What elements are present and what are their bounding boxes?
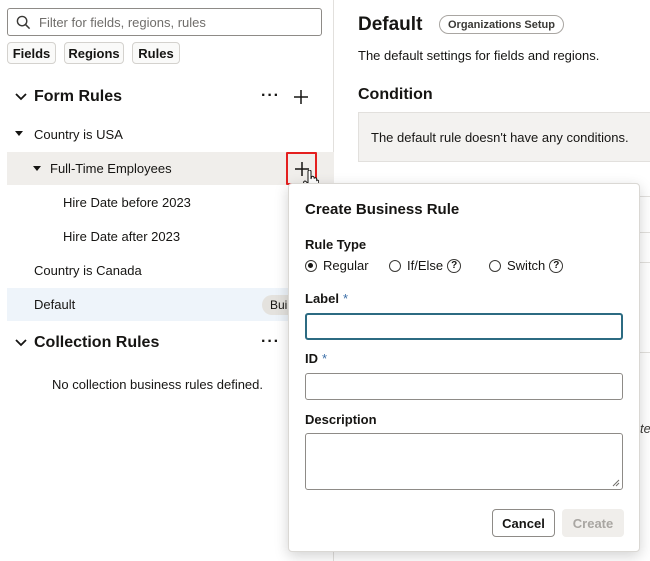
chevron-down-icon[interactable]: [15, 92, 27, 102]
radio-empty-icon: [389, 259, 401, 272]
resize-grip-icon[interactable]: [612, 479, 620, 487]
label-field-label: Label *: [305, 291, 348, 306]
create-business-rule-dialog: Create Business Rule Rule Type Regular I…: [288, 183, 640, 552]
label-input[interactable]: [305, 313, 623, 340]
tree-item-country-canada[interactable]: Country is Canada: [34, 263, 142, 278]
clipped-text: te: [640, 421, 650, 436]
divider: [640, 232, 650, 233]
chevron-down-icon[interactable]: [15, 338, 27, 348]
chip-fields[interactable]: Fields: [7, 42, 56, 64]
chip-rules[interactable]: Rules: [132, 42, 180, 64]
divider: [640, 196, 650, 197]
rule-type-label: Rule Type: [305, 237, 367, 252]
help-icon[interactable]: ?: [447, 258, 462, 273]
id-input[interactable]: [305, 373, 623, 400]
filter-field[interactable]: Filter for fields, regions, rules: [7, 8, 322, 36]
condition-text: The default rule doesn't have any condit…: [371, 129, 629, 145]
caret-down-icon[interactable]: [15, 131, 23, 137]
rules-navigator-panel: Filter for fields, regions, rules Fields…: [0, 0, 334, 561]
radio-regular-label: Regular: [323, 258, 369, 273]
collection-rules-title: Collection Rules: [34, 334, 160, 351]
required-mark: *: [342, 291, 349, 306]
filter-placeholder: Filter for fields, regions, rules: [39, 14, 206, 30]
condition-box: The default rule doesn't have any condit…: [358, 112, 650, 162]
tree-item-default[interactable]: Default: [34, 297, 75, 312]
cancel-button[interactable]: Cancel: [492, 509, 555, 537]
detail-description: The default settings for fields and regi…: [358, 48, 600, 63]
radio-if-else-label: If/Else: [407, 258, 444, 273]
add-form-rule-icon[interactable]: [294, 90, 308, 104]
id-field-text: ID: [305, 351, 318, 366]
form-rules-more-icon[interactable]: ···: [261, 87, 280, 105]
detail-title: Default: [358, 14, 423, 35]
divider: [640, 262, 650, 263]
organizations-badge: Organizations Setup: [439, 15, 564, 34]
id-field-label: ID *: [305, 351, 327, 366]
radio-regular[interactable]: Regular: [305, 258, 369, 273]
radio-if-else[interactable]: If/Else ?: [389, 258, 462, 273]
divider: [640, 352, 650, 353]
required-mark: *: [322, 351, 328, 366]
help-icon[interactable]: ?: [549, 258, 564, 273]
condition-title: Condition: [358, 86, 433, 103]
caret-down-icon[interactable]: [33, 166, 41, 172]
tree-item-hire-after[interactable]: Hire Date after 2023: [63, 229, 180, 244]
chip-regions[interactable]: Regions: [64, 42, 124, 64]
description-textarea[interactable]: [305, 433, 623, 490]
form-rules-title: Form Rules: [34, 88, 123, 105]
tree-item-hire-before[interactable]: Hire Date before 2023: [63, 195, 191, 210]
search-icon: [16, 15, 31, 29]
description-label: Description: [305, 412, 377, 427]
radio-switch[interactable]: Switch ?: [489, 258, 564, 273]
radio-switch-label: Switch: [507, 258, 546, 273]
collection-rules-more-icon[interactable]: ···: [261, 333, 280, 351]
dialog-title: Create Business Rule: [305, 201, 460, 218]
radio-empty-icon: [489, 259, 501, 272]
collection-rules-empty: No collection business rules defined.: [52, 377, 264, 392]
tree-item-full-time[interactable]: Full-Time Employees: [50, 161, 172, 176]
radio-selected-icon: [305, 259, 317, 272]
create-button[interactable]: Create: [562, 509, 624, 537]
label-field-text: Label: [305, 291, 339, 306]
tree-item-country-usa[interactable]: Country is USA: [34, 127, 123, 142]
